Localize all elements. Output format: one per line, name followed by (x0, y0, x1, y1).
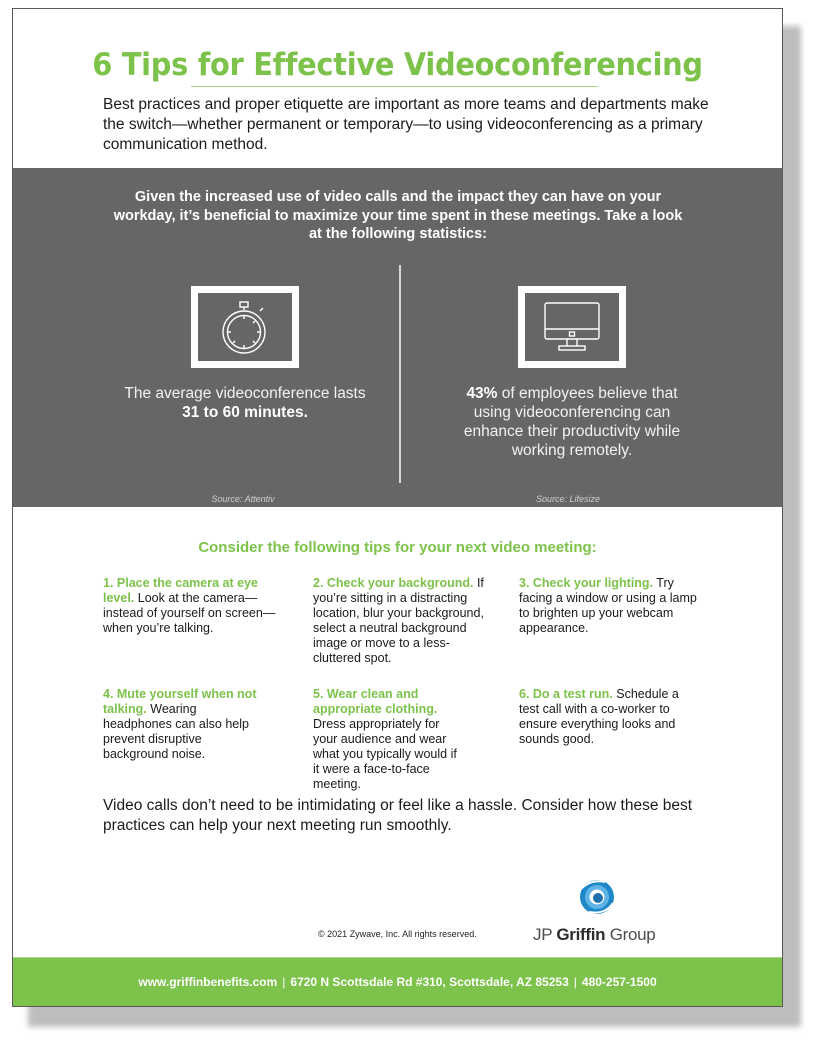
statistics-lead: Given the increased use of video calls a… (113, 189, 683, 242)
desktop-monitor-icon (544, 302, 600, 351)
page-title: 6 Tips for Effective Videoconferencing (92, 47, 703, 83)
stat-text: The average videoconference lasts 31 to … (115, 384, 375, 422)
footer-website[interactable]: www.griffinbenefits.com (138, 975, 277, 989)
footer-phone[interactable]: 480-257-1500 (582, 975, 657, 989)
stopwatch-icon-frame (191, 286, 299, 368)
tip-title: 2. Check your background. (313, 576, 474, 590)
stat-text-after: of employees believe that using videocon… (463, 385, 681, 459)
statistics-band: Given the increased use of video calls a… (13, 168, 782, 507)
tip-item: 2. Check your background. If you’re sitt… (313, 576, 491, 666)
logo-wordmark: JP Griffin Group (533, 925, 656, 945)
tip-item: 6. Do a test run. Schedule a test call w… (519, 687, 699, 747)
tip-title: 6. Do a test run. (519, 687, 613, 701)
stat-text: 43% of employees believe that using vide… (447, 384, 697, 460)
closing-paragraph: Video calls don’t need to be intimidatin… (103, 797, 693, 834)
intro-paragraph: Best practices and proper etiquette are … (103, 96, 709, 153)
footer-address: 6720 N Scottsdale Rd #310, Scottsdale, A… (290, 975, 569, 989)
monitor-icon-frame (518, 286, 626, 368)
tip-body: Dress appropriately for your audience an… (313, 717, 457, 791)
tips-heading: Consider the following tips for your nex… (198, 539, 597, 556)
tip-title: 3. Check your lighting. (519, 576, 654, 590)
copyright-notice: © 2021 Zywave, Inc. All rights reserved. (318, 929, 477, 939)
document-page: 6 Tips for Effective Videoconferencing B… (12, 8, 783, 1007)
logo-text-suffix: Group (605, 925, 656, 944)
tip-item: 3. Check your lighting. Try facing a win… (519, 576, 699, 636)
tip-item: 4. Mute yourself when not talking. Weari… (103, 687, 263, 762)
stat-productivity: 43% of employees believe that using vide… (412, 286, 732, 460)
contact-footer: www.griffinbenefits.com | 6720 N Scottsd… (13, 957, 782, 1006)
swirl-logo-icon (580, 880, 614, 914)
stat-text-before: The average videoconference lasts (124, 385, 366, 402)
stat-highlight: 31 to 60 minutes. (182, 404, 308, 421)
stopwatch-icon (222, 301, 266, 354)
logo-text-bold: Griffin (556, 925, 606, 944)
stat-highlight: 43% (466, 385, 498, 402)
title-underline (191, 86, 598, 87)
source-lifesize: Source: Lifesize (535, 494, 601, 504)
footer-separator: | (282, 975, 286, 989)
tip-item: 1. Place the camera at eye level. Look a… (103, 576, 278, 636)
tip-item: 5. Wear clean and appropriate clothing. … (313, 687, 463, 792)
tip-title: 5. Wear clean and appropriate clothing. (313, 687, 438, 716)
logo-text-prefix: JP (533, 925, 557, 944)
source-attentiv: Source: Attentiv (211, 494, 275, 504)
stat-meeting-length: The average videoconference lasts 31 to … (85, 286, 405, 422)
company-logo: JP Griffin Group (533, 877, 663, 947)
footer-separator: | (573, 975, 577, 989)
